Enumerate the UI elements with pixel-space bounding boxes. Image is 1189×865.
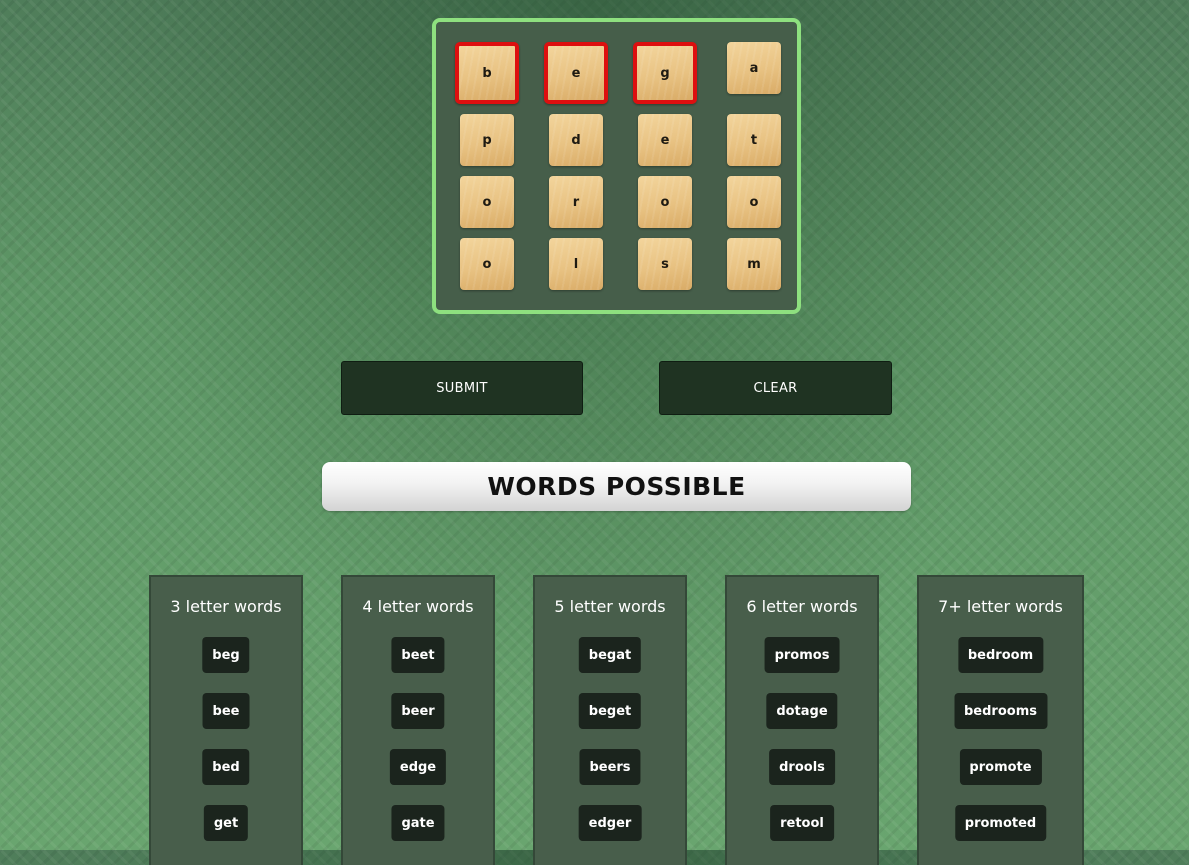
word-chip[interactable]: edger [578,805,642,841]
word-chip[interactable]: beet [391,637,445,673]
letter-tile[interactable]: l [549,238,603,290]
letter-tile[interactable]: p [460,114,514,166]
word-chip[interactable]: promoted [954,805,1047,841]
word-column: 5 letter words begat beget beers edger [533,575,687,865]
word-chip[interactable]: begat [578,637,642,673]
word-chip[interactable]: promos [764,637,840,673]
word-chip[interactable]: gate [391,805,445,841]
letter-tile[interactable]: o [638,176,692,228]
word-chip[interactable]: bee [202,693,250,729]
word-chip[interactable]: beers [579,749,641,785]
letter-tile[interactable]: o [460,176,514,228]
word-chip[interactable]: bedroom [957,637,1044,673]
word-column-title: 3 letter words [170,597,282,616]
word-column: 7+ letter words bedroom bedrooms promote pro… [917,575,1084,865]
letter-tile[interactable]: b [455,42,519,104]
word-column-title: 4 letter words [362,597,474,616]
letter-tile[interactable]: s [638,238,692,290]
word-chip[interactable]: bedrooms [954,693,1047,729]
word-chip[interactable]: beg [202,637,250,673]
word-column-title: 6 letter words [746,597,858,616]
word-chip[interactable]: beget [578,693,642,729]
letter-tile[interactable]: o [460,238,514,290]
word-chip[interactable]: retool [770,805,834,841]
word-chip[interactable]: promote [959,749,1042,785]
word-chip[interactable]: dotage [766,693,838,729]
letter-tile[interactable]: e [638,114,692,166]
letter-tile[interactable]: o [727,176,781,228]
letter-board: begapdetorooolsm [432,18,801,314]
words-possible-heading: WORDS POSSIBLE [322,462,911,511]
letter-tile[interactable]: a [727,42,781,94]
letter-tile[interactable]: t [727,114,781,166]
letter-tile[interactable]: d [549,114,603,166]
word-chip[interactable]: beer [391,693,445,729]
word-column: 4 letter words beet beer edge gate [341,575,495,865]
letter-tile[interactable]: e [544,42,608,104]
word-column-title: 5 letter words [554,597,666,616]
word-chip[interactable]: bed [202,749,250,785]
word-column-title: 7+ letter words [938,597,1063,616]
submit-button[interactable]: SUBMIT [341,361,583,415]
word-column: 6 letter words promos dotage drools retool [725,575,879,865]
clear-button[interactable]: CLEAR [659,361,892,415]
word-chip[interactable]: get [203,805,249,841]
letter-tile[interactable]: r [549,176,603,228]
word-column: 3 letter words beg bee bed get [149,575,303,865]
word-chip[interactable]: drools [769,749,835,785]
letter-tile[interactable]: g [633,42,697,104]
letter-tile[interactable]: m [727,238,781,290]
word-chip[interactable]: edge [389,749,447,785]
